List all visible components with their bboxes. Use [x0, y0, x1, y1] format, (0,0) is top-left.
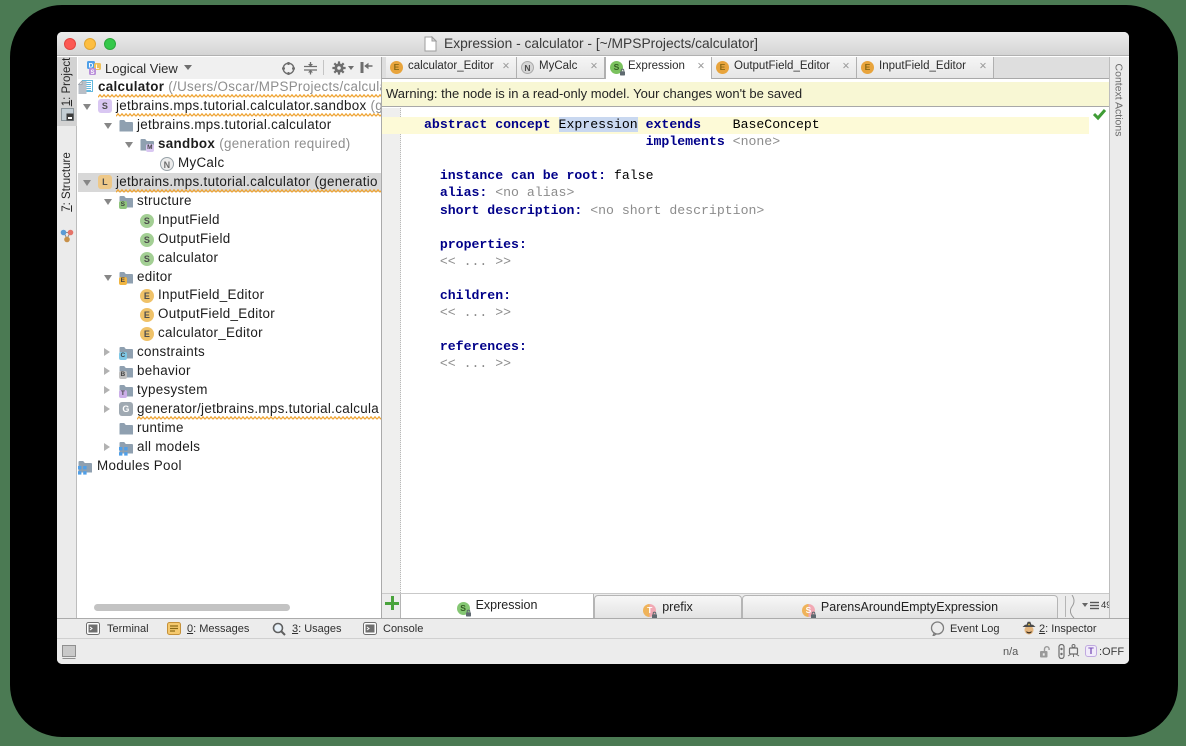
svg-text:L: L	[96, 65, 100, 71]
svg-text:S: S	[90, 70, 94, 75]
